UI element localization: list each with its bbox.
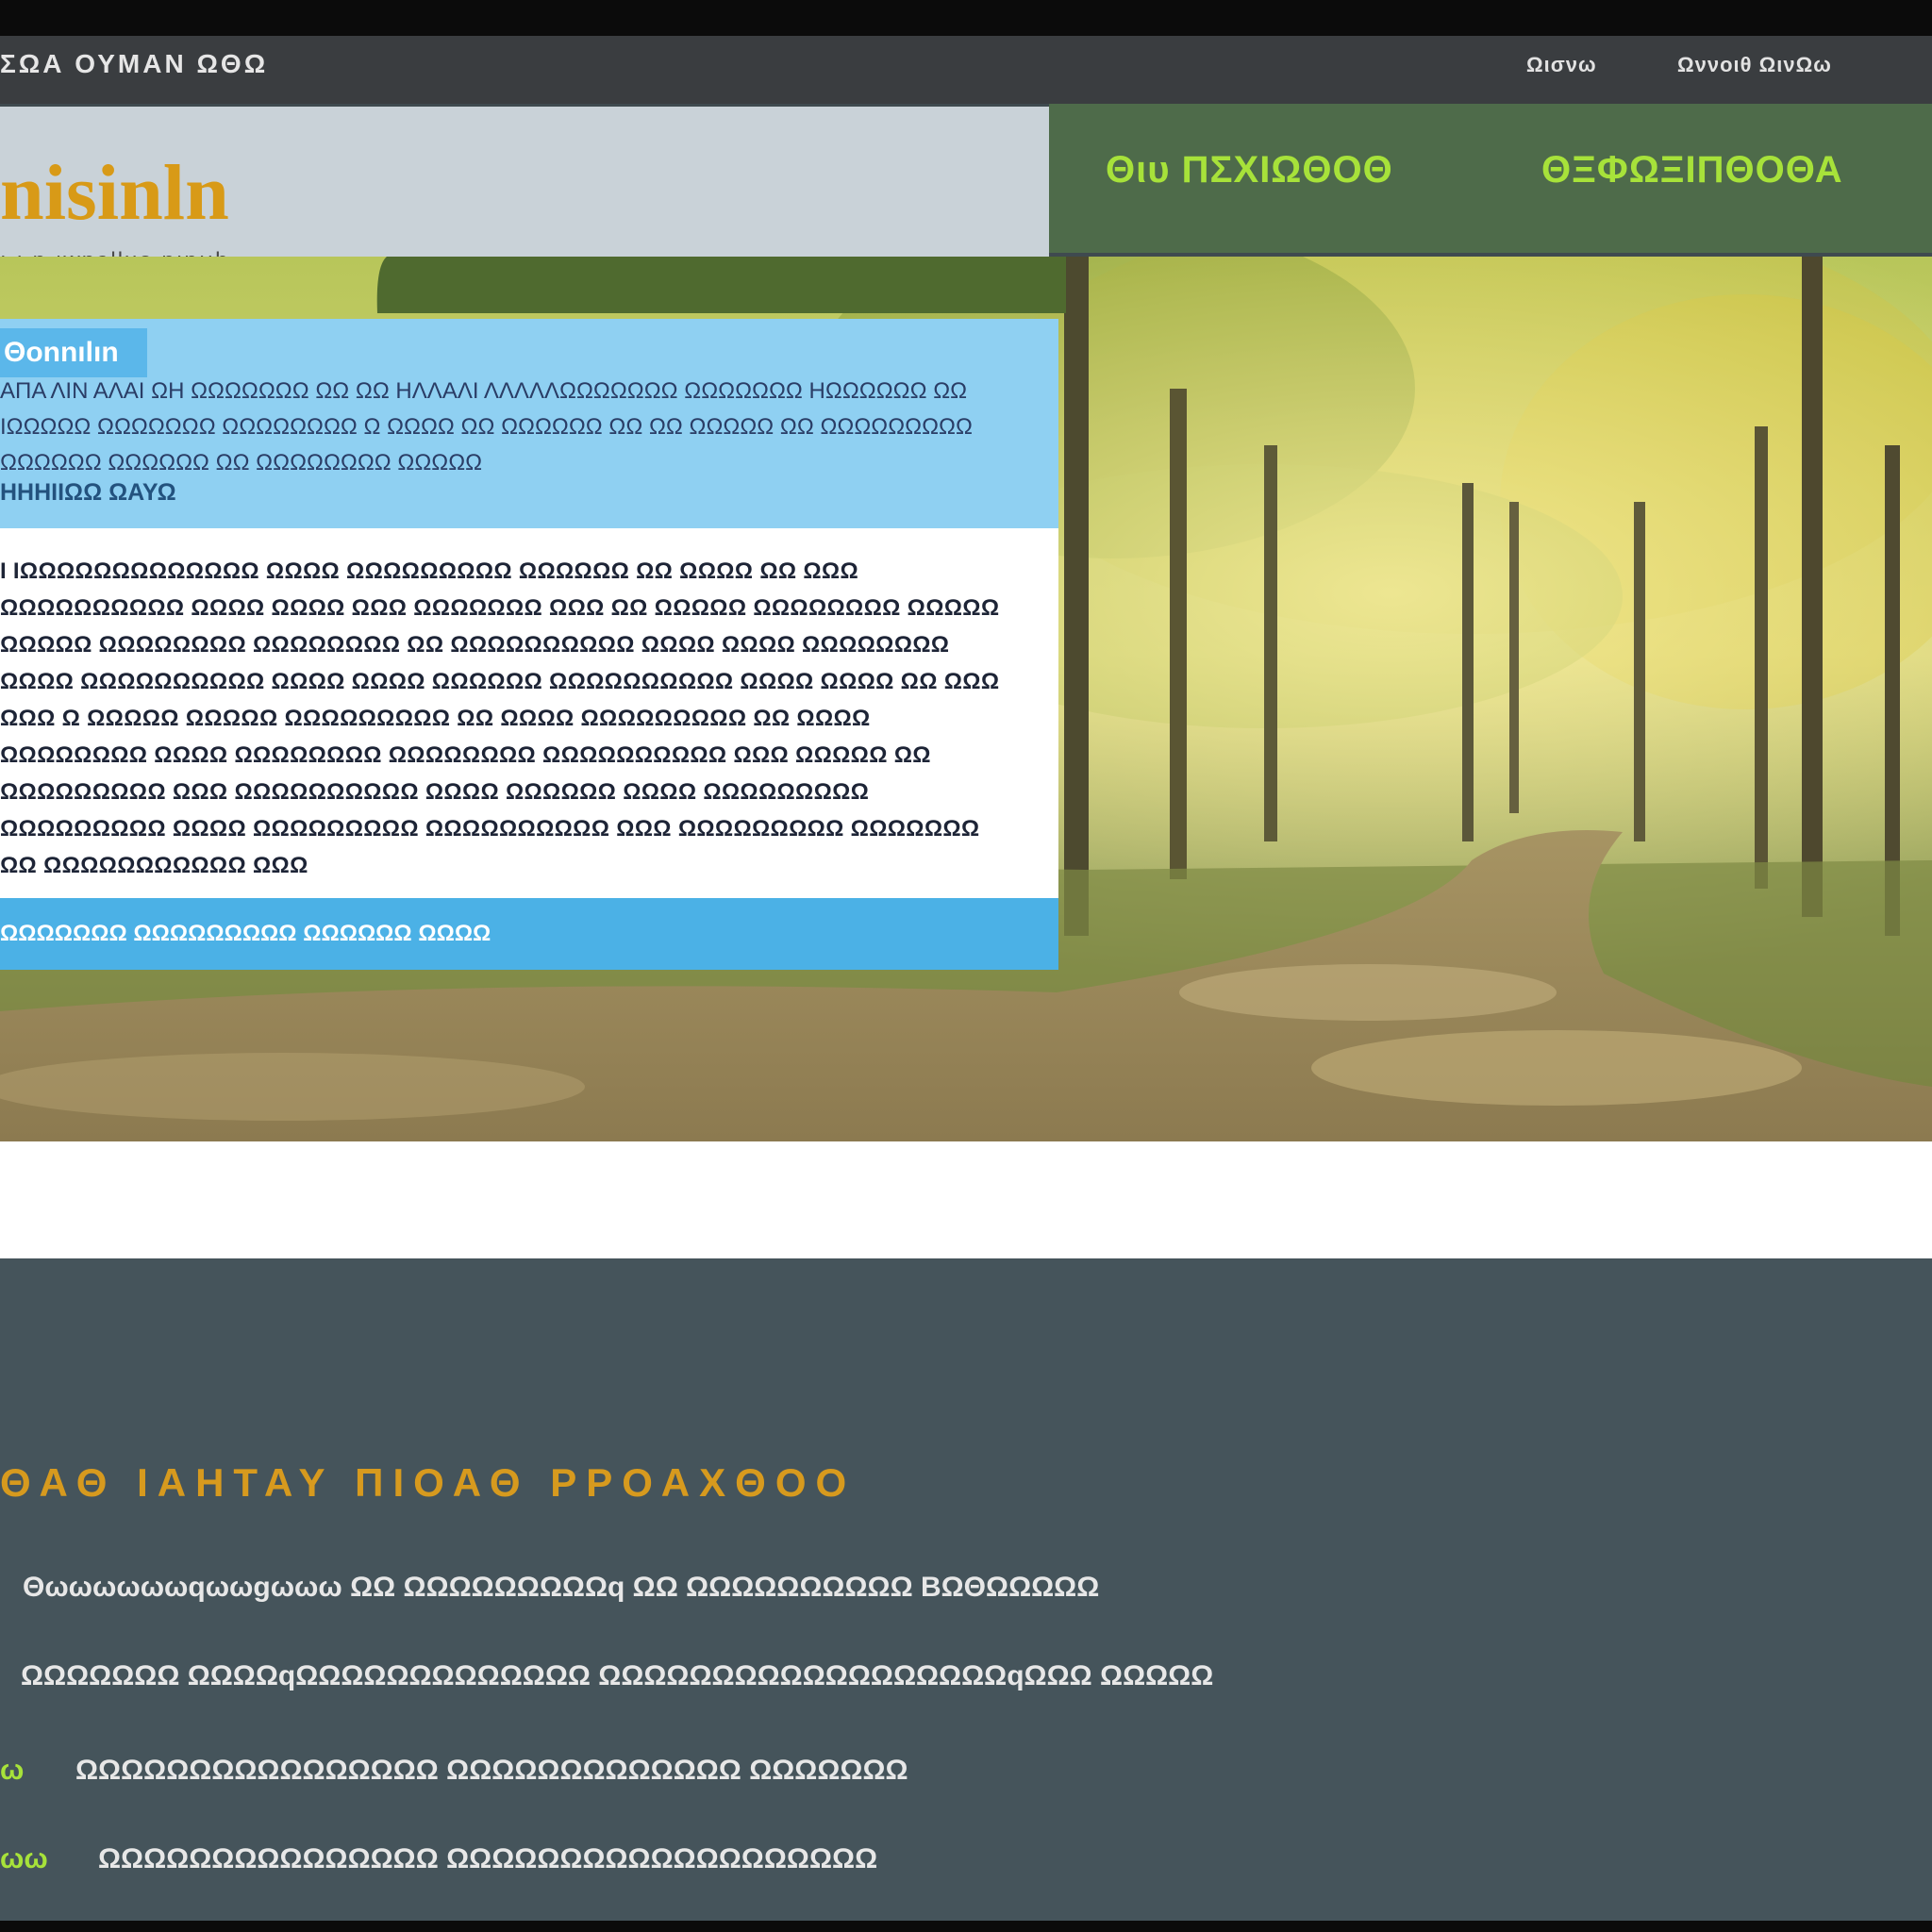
panel-footer-link[interactable]: ΩΩΩΩΩΩΩ ΩΩΩΩΩΩΩΩΩ ΩΩΩΩΩΩ ΩΩΩΩ (0, 921, 491, 947)
panel-body: Ι ΙΩΩΩΩΩΩΩΩΩΩΩΩΩ ΩΩΩΩ ΩΩΩΩΩΩΩΩΩ ΩΩΩΩΩΩ Ω… (0, 528, 1058, 898)
nav-item-2[interactable]: ΘΞΦΩΞΙΠΘΟΘΑ (1541, 149, 1843, 192)
site-title[interactable]: nisinln (0, 154, 229, 233)
topbar-link-2[interactable]: Ωννοιθ ΩινΩω (1677, 53, 1832, 77)
features-heading: ΘΑΘ ΙΑΗΤΑΥ ΠΙΟΑΘ ΡΡΟΑΧΘΟΟ (0, 1460, 857, 1505)
feature-text: ΩΩΩΩΩΩΩΩΩΩΩΩΩΩΩ ΩΩΩΩΩΩΩΩΩΩΩΩΩΩΩΩΩΩΩ (98, 1843, 878, 1874)
feature-text: Θωωωωωωqωωgωωω ΩΩ ΩΩΩΩΩΩΩΩΩq ΩΩ ΩΩΩΩΩΩΩΩ… (23, 1572, 1100, 1603)
features-section: ΘΑΘ ΙΑΗΤΑΥ ΠΙΟΑΘ ΡΡΟΑΧΘΟΟ Θωωωωωωqωωgωωω… (0, 1258, 1932, 1921)
topbar-link-1[interactable]: Ωισνω (1526, 53, 1597, 77)
panel-body-text: Ι ΙΩΩΩΩΩΩΩΩΩΩΩΩΩ ΩΩΩΩ ΩΩΩΩΩΩΩΩΩ ΩΩΩΩΩΩ Ω… (0, 558, 1000, 878)
panel-tab[interactable]: Θonnılın (0, 328, 147, 377)
feature-item: Θωωωωωωqωωgωωω ΩΩ ΩΩΩΩΩΩΩΩΩq ΩΩ ΩΩΩΩΩΩΩΩ… (23, 1572, 1099, 1604)
feature-text: ΩΩΩΩΩΩΩ ΩΩΩΩqΩΩΩΩΩΩΩΩΩΩΩΩΩ ΩΩΩΩΩΩΩΩΩΩΩΩΩ… (21, 1660, 1214, 1691)
nav-item-1[interactable]: Θιυ ΠΣΧΙΩΘΟΘ (1106, 149, 1393, 192)
panel-lead-text: ΑΠΑ ΛΙΝ ΑΛΑΙ ΩΗ ΩΩΩΩΩΩΩ ΩΩ ΩΩ ΗΛΛΑΛΙ ΛΛΛ… (0, 378, 973, 475)
top-bar: ΣΩΑ ΟΥΜΑΝ ΩΘΩ Ωισνω Ωννοιθ ΩινΩω (0, 36, 1932, 104)
panel-footer: ΩΩΩΩΩΩΩ ΩΩΩΩΩΩΩΩΩ ΩΩΩΩΩΩ ΩΩΩΩ (0, 898, 1058, 970)
panel-subtitle[interactable]: ΗΗΗΙΙΩΩ ΩΑΥΩ (0, 479, 176, 507)
content-panel: Θonnılın ΑΠΑ ΛΙΝ ΑΛΑΙ ΩΗ ΩΩΩΩΩΩΩ ΩΩ ΩΩ Η… (0, 319, 1058, 970)
header-nav: Θιυ ΠΣΧΙΩΘΟΘ ΘΞΦΩΞΙΠΘΟΘΑ (1049, 104, 1932, 253)
feature-item: ω ΩΩΩΩΩΩΩΩΩΩΩΩΩΩΩΩ ΩΩΩΩΩΩΩΩΩΩΩΩΩ ΩΩΩΩΩΩΩ (0, 1755, 908, 1787)
feature-item: ΩΩΩΩΩΩΩ ΩΩΩΩqΩΩΩΩΩΩΩΩΩΩΩΩΩ ΩΩΩΩΩΩΩΩΩΩΩΩΩ… (21, 1660, 1213, 1692)
section-divider (0, 1141, 1932, 1258)
panel-header: Θonnılın ΑΠΑ ΛΙΝ ΑΛΑΙ ΩΗ ΩΩΩΩΩΩΩ ΩΩ ΩΩ Η… (0, 319, 1058, 528)
feature-item: ωω ΩΩΩΩΩΩΩΩΩΩΩΩΩΩΩ ΩΩΩΩΩΩΩΩΩΩΩΩΩΩΩΩΩΩΩ (0, 1843, 877, 1875)
page-frame: ΣΩΑ ΟΥΜΑΝ ΩΘΩ Ωισνω Ωννοιθ ΩινΩω nisinln… (0, 36, 1932, 1921)
feature-text: ΩΩΩΩΩΩΩΩΩΩΩΩΩΩΩΩ ΩΩΩΩΩΩΩΩΩΩΩΩΩ ΩΩΩΩΩΩΩ (75, 1755, 908, 1786)
bullet-mark: ω (0, 1755, 25, 1786)
brand-text[interactable]: ΣΩΑ ΟΥΜΑΝ ΩΘΩ (0, 49, 268, 79)
bullet-mark: ωω (0, 1843, 48, 1874)
